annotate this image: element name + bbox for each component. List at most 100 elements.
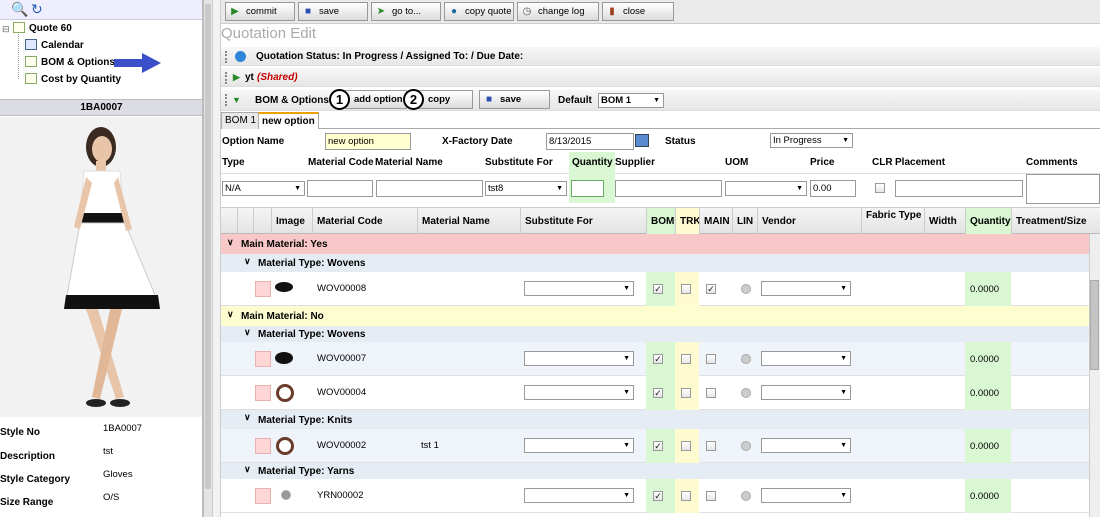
clr-checkbox[interactable] (875, 183, 885, 193)
tab-bom-1[interactable]: BOM 1 (221, 112, 261, 129)
close-button[interactable]: ▮ close (602, 2, 674, 21)
bom-checkbox[interactable]: ✓ (653, 491, 663, 501)
left-scrollbar[interactable] (205, 4, 211, 489)
vendor-select[interactable]: ▼ (761, 488, 851, 503)
col-lin[interactable]: LIN (732, 208, 753, 235)
trk-checkbox[interactable] (681, 388, 691, 398)
col-bom[interactable]: BOM (646, 208, 674, 235)
substitute-select[interactable]: ▼ (524, 351, 634, 366)
option-name-input[interactable]: new option (325, 133, 411, 150)
subgroup-wovens[interactable]: ∨ Material Type: Wovens (221, 254, 1089, 272)
main-checkbox[interactable] (706, 354, 716, 364)
lin-radio[interactable] (741, 441, 751, 451)
grid-scrollbar-thumb[interactable] (1090, 280, 1099, 370)
collapse-icon[interactable]: ⊟ (2, 24, 10, 35)
col-substitute-for[interactable]: Substitute For (520, 208, 593, 235)
trk-checkbox[interactable] (681, 491, 691, 501)
col-image[interactable]: Image (271, 208, 305, 235)
substitute-select[interactable]: tst8 ▼ (485, 181, 567, 196)
status-section[interactable]: Quotation Status: In Progress / Assigned… (221, 46, 1100, 66)
comments-input[interactable] (1026, 174, 1100, 204)
collapse-icon[interactable]: ∨ (227, 237, 234, 248)
subgroup-wovens[interactable]: ∨ Material Type: Wovens (221, 326, 1089, 342)
substitute-select[interactable]: ▼ (524, 438, 634, 453)
bom-checkbox[interactable]: ✓ (653, 354, 663, 364)
row-marker[interactable] (255, 438, 271, 454)
main-checkbox[interactable] (706, 441, 716, 451)
lin-radio[interactable] (741, 354, 751, 364)
commit-button[interactable]: ▶ commit (225, 2, 295, 21)
collapse-icon[interactable]: ▼ (232, 91, 241, 110)
placement-input[interactable] (895, 180, 1023, 197)
main-checkbox[interactable]: ✓ (706, 284, 716, 294)
vendor-select[interactable]: ▼ (761, 438, 851, 453)
tree-item-bom-options[interactable]: BOM & Options (41, 57, 115, 68)
collapse-icon[interactable]: ∨ (244, 412, 251, 423)
col-width[interactable]: Width (924, 208, 957, 235)
drag-grip-icon[interactable] (225, 72, 227, 84)
row-marker[interactable] (255, 488, 271, 504)
save-button[interactable]: ■ save (298, 2, 368, 21)
status-select[interactable]: In Progress ▼ (770, 133, 853, 148)
substitute-select[interactable]: ▼ (524, 385, 634, 400)
goto-button[interactable]: ➤ go to... (371, 2, 441, 21)
table-row[interactable]: WOV00002 tst 1 ▼ ✓ ▼ 0.0000 (221, 429, 1089, 463)
expand-icon[interactable]: ▶ (233, 68, 240, 87)
main-checkbox[interactable] (706, 491, 716, 501)
add-option-button[interactable]: add option (345, 90, 407, 109)
vendor-select[interactable]: ▼ (761, 281, 851, 296)
quantity-input[interactable] (571, 180, 604, 197)
material-name-input[interactable] (376, 180, 483, 197)
col-main[interactable]: MAIN (699, 208, 730, 235)
col-quantity[interactable]: Quantity (965, 208, 1011, 235)
col-material-code[interactable]: Material Code (312, 208, 383, 235)
grid-scrollbar[interactable] (1089, 234, 1100, 517)
tree-item-calendar[interactable]: Calendar (41, 40, 84, 51)
subgroup-yarns[interactable]: ∨ Material Type: Yarns (221, 463, 1089, 479)
change-log-button[interactable]: ◷ change log (517, 2, 599, 21)
trk-checkbox[interactable] (681, 354, 691, 364)
calendar-icon[interactable] (635, 134, 649, 147)
table-row[interactable]: WOV00008 ▼ ✓ ✓ ▼ 0.0000 (221, 272, 1089, 306)
group-main-no[interactable]: ∨ Main Material: No (221, 306, 1089, 326)
refresh-icon[interactable]: ↻ (31, 1, 43, 18)
supplier-input[interactable] (615, 180, 722, 197)
collapse-icon[interactable]: ∨ (244, 327, 251, 338)
vendor-select[interactable]: ▼ (761, 351, 851, 366)
table-row[interactable]: WOV00004 ▼ ✓ ▼ 0.0000 (221, 376, 1089, 410)
substitute-select[interactable]: ▼ (524, 488, 634, 503)
substitute-select[interactable]: ▼ (524, 281, 634, 296)
lin-radio[interactable] (741, 388, 751, 398)
vendor-select[interactable]: ▼ (761, 385, 851, 400)
uom-select[interactable]: ▼ (725, 181, 807, 196)
lin-radio[interactable] (741, 491, 751, 501)
xfactory-date-input[interactable]: 8/13/2015 (546, 133, 634, 150)
bom-checkbox[interactable]: ✓ (653, 441, 663, 451)
lin-radio[interactable] (741, 284, 751, 294)
collapse-icon[interactable]: ∨ (227, 309, 234, 320)
bom-checkbox[interactable]: ✓ (653, 388, 663, 398)
collapse-icon[interactable]: ∨ (244, 256, 251, 267)
drag-grip-icon[interactable] (225, 94, 227, 106)
tree-root-quote[interactable]: Quote 60 (29, 23, 72, 34)
col-vendor[interactable]: Vendor (757, 208, 796, 235)
tree-item-cost-by-quantity[interactable]: Cost by Quantity (41, 74, 121, 85)
col-treatment-size[interactable]: Treatment/Size (1011, 208, 1087, 235)
table-row[interactable]: WOV00007 ▼ ✓ ▼ 0.0000 (221, 342, 1089, 376)
yt-section[interactable]: ▶ yt (Shared) (221, 67, 1100, 87)
collapse-icon[interactable]: ∨ (244, 464, 251, 475)
default-bom-select[interactable]: BOM 1 ▼ (598, 93, 664, 108)
search-icon[interactable]: 🔍 (11, 1, 28, 18)
copy-quote-button[interactable]: ● copy quote (444, 2, 514, 21)
main-checkbox[interactable] (706, 388, 716, 398)
bom-checkbox[interactable]: ✓ (653, 284, 663, 294)
bom-save-button[interactable]: ■ save (479, 90, 550, 109)
trk-checkbox[interactable] (681, 284, 691, 294)
table-row[interactable]: YRN00002 ▼ ✓ ▼ 0.0000 (221, 479, 1089, 513)
row-marker[interactable] (255, 385, 271, 401)
type-select[interactable]: N/A ▼ (222, 181, 305, 196)
material-code-input[interactable] (307, 180, 373, 197)
trk-checkbox[interactable] (681, 441, 691, 451)
row-marker[interactable] (255, 281, 271, 297)
col-trk[interactable]: TRK (675, 208, 701, 235)
